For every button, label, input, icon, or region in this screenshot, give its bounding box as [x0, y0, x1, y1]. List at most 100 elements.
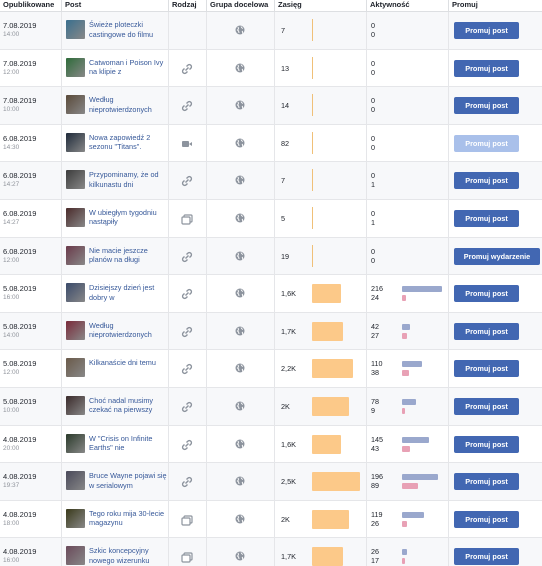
post-cell[interactable]: Kilkanaście dni temu [61, 350, 168, 387]
promote-post-button: Promuj post [454, 134, 519, 152]
post-cell[interactable]: Nie macie jeszcze planów na długi [61, 237, 168, 275]
post-cell[interactable]: W ubiegłym tygodniu nastąpiły [61, 199, 168, 237]
post-thumbnail[interactable] [66, 508, 85, 528]
post-time: 16:00 [3, 557, 20, 565]
promote-post-button[interactable]: Promuj post [454, 397, 519, 415]
reach-cell: 2K [274, 500, 366, 538]
promote-post-button[interactable]: Promuj post [454, 285, 519, 303]
post-cell[interactable]: Bruce Wayne pojawi się w serialowym [61, 463, 168, 500]
post-thumbnail[interactable] [66, 433, 85, 453]
promote-post-button[interactable]: Promuj post [454, 59, 519, 77]
header-activity[interactable]: Aktywność [366, 0, 448, 11]
activity-value-primary: 26 [371, 547, 379, 557]
post-cell[interactable]: Świeże ploteczki castingowe do filmu [61, 12, 168, 49]
video-icon [181, 138, 193, 150]
post-cell[interactable]: Według nieprotwierdzonych [61, 87, 168, 124]
promote-cell: Promuj post [448, 463, 542, 500]
reach-value: 7 [281, 26, 286, 35]
post-cell[interactable]: W "Crisis on Infinite Earths" nie [61, 425, 168, 463]
post-thumbnail[interactable] [66, 57, 85, 77]
target-cell [206, 275, 274, 312]
target-cell [206, 162, 274, 199]
post-thumbnail[interactable] [66, 95, 85, 115]
promote-post-button[interactable]: Promuj post [454, 97, 519, 115]
promote-post-button[interactable]: Promuj post [454, 473, 519, 491]
post-thumbnail[interactable] [66, 170, 85, 190]
post-thumbnail[interactable] [66, 207, 85, 227]
reach-cell: 2K [274, 387, 366, 425]
globe-icon [235, 514, 245, 524]
post-text-link[interactable]: Nie macie jeszcze planów na długi [89, 246, 167, 265]
post-cell[interactable]: Dzisiejszy dzień jest dobry w [61, 275, 168, 312]
post-thumbnail[interactable] [66, 471, 85, 491]
post-thumbnail[interactable] [66, 132, 85, 152]
post-text-link[interactable]: Choć nadal musimy czekać na pierwszy [89, 396, 167, 415]
post-text-link[interactable]: Przypominamy, że od kilkunastu dni [89, 170, 167, 189]
post-thumbnail[interactable] [66, 358, 85, 378]
globe-icon [235, 401, 245, 411]
reach-cell: 1,7K [274, 312, 366, 350]
table-row: 7.08.2019 10:00 Według nieprotwierdzonych 1… [0, 87, 542, 125]
promote-cell: Promuj post [448, 162, 542, 199]
promote-post-button[interactable]: Promuj post [454, 360, 519, 378]
header-post[interactable]: Post [61, 0, 168, 11]
post-cell[interactable]: Szkic koncepcyjny nowego wizerunku [61, 538, 168, 566]
post-thumbnail[interactable] [66, 546, 85, 566]
post-text-link[interactable]: Nowa zapowiedź 2 sezonu "Titans". [89, 133, 167, 152]
post-text-link[interactable]: Według nieprotwierdzonych [89, 321, 167, 340]
post-cell[interactable]: Catwoman i Poison Ivy na klipie z [61, 49, 168, 87]
post-cell[interactable]: Według nieprotwierdzonych [61, 312, 168, 350]
link-icon [181, 401, 193, 413]
post-cell[interactable]: Przypominamy, że od kilkunastu dni [61, 162, 168, 199]
published-cell: 5.08.2019 16:00 [0, 275, 61, 312]
gallery-icon [181, 213, 193, 225]
post-text-link[interactable]: Tego roku mija 30-lecie magazynu [89, 509, 167, 528]
promote-post-button[interactable]: Promuj post [454, 22, 519, 39]
promote-post-button[interactable]: Promuj post [454, 322, 519, 340]
promote-post-button[interactable]: Promuj post [454, 548, 519, 566]
promote-event-button[interactable]: Promuj wydarzenie [454, 247, 540, 265]
promote-post-button[interactable]: Promuj post [454, 172, 519, 190]
post-text-link[interactable]: Według nieprotwierdzonych [89, 95, 167, 114]
post-text-link[interactable]: Bruce Wayne pojawi się w serialowym [89, 471, 167, 490]
header-published[interactable]: Opublikowane [0, 0, 61, 11]
promote-post-button[interactable]: Promuj post [454, 209, 519, 227]
post-text-link[interactable]: Świeże ploteczki castingowe do filmu [89, 20, 167, 39]
post-text-link[interactable]: Catwoman i Poison Ivy na klipie z [89, 58, 167, 77]
post-text-link[interactable]: Szkic koncepcyjny nowego wizerunku [89, 546, 167, 565]
header-reach[interactable]: Zasięg [274, 0, 366, 11]
promote-cell: Promuj post [448, 350, 542, 387]
reach-cell: 1,6K [274, 425, 366, 463]
post-thumbnail[interactable] [66, 320, 85, 340]
reach-bar [312, 509, 349, 529]
post-text-link[interactable]: W ubiegłym tygodniu nastąpiły [89, 208, 167, 227]
header-target[interactable]: Grupa docelowa [206, 0, 274, 11]
header-promote[interactable]: Promuj [448, 0, 542, 11]
promote-cell: Promuj post [448, 124, 542, 162]
activity-value-primary: 216 [371, 284, 383, 294]
promote-post-button[interactable]: Promuj post [454, 510, 519, 528]
activity-value-secondary: 1 [371, 217, 375, 227]
promote-cell: Promuj post [448, 500, 542, 538]
header-type[interactable]: Rodzaj [168, 0, 206, 11]
post-text-link[interactable]: Dzisiejszy dzień jest dobry w [89, 283, 167, 302]
post-thumbnail[interactable] [66, 245, 85, 265]
link-icon [181, 251, 193, 263]
post-thumbnail[interactable] [66, 283, 85, 303]
activity-value-secondary: 0 [371, 105, 375, 115]
post-text-link[interactable]: W "Crisis on Infinite Earths" nie [89, 434, 167, 453]
reach-cell: 7 [274, 162, 366, 199]
promote-post-button[interactable]: Promuj post [454, 435, 519, 453]
gallery-icon [181, 514, 193, 526]
activity-bar-primary [402, 474, 439, 481]
post-thumbnail[interactable] [66, 20, 85, 39]
target-cell [206, 538, 274, 566]
post-thumbnail[interactable] [66, 395, 85, 415]
table-row: 5.08.2019 12:00 Kilkanaście dni temu 2,2K 11… [0, 350, 542, 388]
post-cell[interactable]: Choć nadal musimy czekać na pierwszy [61, 387, 168, 425]
post-cell[interactable]: Nowa zapowiedź 2 sezonu "Titans". [61, 124, 168, 162]
promote-cell: Promuj wydarzenie [448, 237, 542, 275]
post-text-link[interactable]: Kilkanaście dni temu [89, 358, 167, 368]
activity-bar-secondary [402, 483, 419, 490]
post-cell[interactable]: Tego roku mija 30-lecie magazynu [61, 500, 168, 538]
